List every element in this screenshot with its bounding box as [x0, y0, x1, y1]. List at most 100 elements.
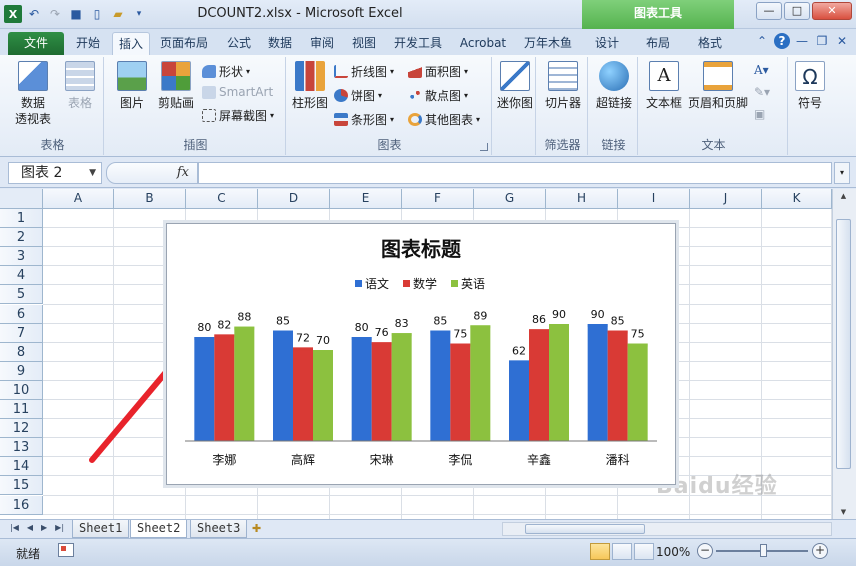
column-header[interactable]: F — [402, 189, 474, 209]
row-header[interactable]: 7 — [0, 323, 43, 343]
page-break-view-button[interactable] — [634, 543, 654, 560]
column-header[interactable]: D — [258, 189, 330, 209]
scroll-down-icon[interactable]: ▼ — [836, 505, 851, 519]
scroll-up-icon[interactable]: ▲ — [836, 189, 851, 203]
macro-record-icon[interactable] — [58, 543, 74, 557]
last-sheet-icon[interactable]: ▶| — [55, 523, 64, 532]
tab-5[interactable]: 数据 — [262, 32, 298, 55]
scatter-chart-button[interactable]: 散点图 ▾ — [408, 87, 468, 104]
tab-0[interactable]: 文件 — [8, 32, 64, 55]
row-header[interactable]: 11 — [0, 400, 43, 420]
zoom-level[interactable]: 100% — [656, 545, 690, 559]
select-all-corner[interactable] — [0, 189, 43, 209]
sheet-tab-3[interactable]: Sheet3 — [190, 520, 248, 538]
prev-sheet-icon[interactable]: ◀ — [27, 523, 33, 532]
clip-art-button[interactable]: 剪贴画 — [154, 61, 198, 111]
first-sheet-icon[interactable]: |◀ — [10, 523, 19, 532]
row-header[interactable]: 3 — [0, 247, 43, 267]
collapse-ribbon-icon[interactable]: ⌃ — [754, 33, 770, 49]
bar-chart-button[interactable]: 条形图 ▾ — [334, 111, 394, 128]
picture-button[interactable]: 图片 — [112, 61, 152, 111]
column-header[interactable]: G — [474, 189, 546, 209]
tab-11[interactable]: 设计 — [588, 32, 626, 55]
formula-input[interactable] — [198, 162, 832, 184]
help-icon[interactable]: ? — [774, 33, 790, 49]
row-header[interactable]: 2 — [0, 228, 43, 248]
minimize-button[interactable]: — — [756, 2, 782, 20]
column-header[interactable]: I — [618, 189, 690, 209]
tab-2[interactable]: 插入 — [112, 32, 150, 55]
tab-4[interactable]: 公式 — [222, 32, 256, 55]
expand-formula-bar-icon[interactable]: ▾ — [834, 162, 850, 184]
sheet-tab-1[interactable]: Sheet1 — [72, 520, 130, 538]
chart-object[interactable]: 图表标题 语文 数学 英语 80 82 88 李娜 85 72 70 高辉 80 76 83 宋琳 85 75 89… — [166, 223, 676, 485]
other-charts-button[interactable]: 其他图表 ▾ — [408, 111, 480, 128]
window-close-icon[interactable]: ✕ — [834, 33, 850, 49]
area-chart-button[interactable]: 面积图 ▾ — [408, 63, 468, 80]
name-box[interactable]: 图表 2 ▼ — [8, 162, 102, 184]
signature-line-icon[interactable]: ✎▾ — [754, 85, 770, 99]
pivot-table-button[interactable]: 数据 透视表 — [8, 61, 58, 127]
row-header[interactable]: 16 — [0, 495, 43, 515]
tab-6[interactable]: 审阅 — [304, 32, 340, 55]
row-header[interactable]: 13 — [0, 438, 43, 458]
column-chart-button[interactable]: 柱形图 — [290, 61, 330, 111]
tab-8[interactable]: 开发工具 — [388, 32, 448, 55]
sparkline-button[interactable]: 迷你图 — [494, 61, 536, 111]
symbol-button[interactable]: Ω 符号 — [790, 61, 830, 111]
column-header[interactable]: J — [690, 189, 762, 209]
column-header[interactable]: A — [43, 189, 114, 209]
row-header[interactable]: 6 — [0, 304, 43, 324]
window-restore-icon[interactable]: ❐ — [814, 33, 830, 49]
row-header[interactable]: 10 — [0, 380, 43, 400]
zoom-slider-handle[interactable] — [760, 544, 767, 557]
line-chart-button[interactable]: 折线图 ▾ — [334, 63, 394, 80]
row-header[interactable]: 1 — [0, 209, 43, 229]
horizontal-scrollbar[interactable] — [502, 522, 832, 536]
slicer-button[interactable]: 切片器 — [540, 61, 586, 111]
tab-7[interactable]: 视图 — [346, 32, 382, 55]
column-header[interactable]: H — [546, 189, 618, 209]
column-header[interactable]: B — [114, 189, 186, 209]
tab-1[interactable]: 开始 — [68, 32, 108, 55]
vertical-scroll-thumb[interactable] — [836, 219, 851, 469]
column-header[interactable]: C — [186, 189, 258, 209]
vertical-scrollbar[interactable]: ▲ ▼ — [832, 189, 856, 519]
tab-13[interactable]: 格式 — [690, 32, 730, 55]
window-minimize-icon[interactable]: — — [794, 33, 810, 49]
tab-10[interactable]: 万年木鱼 — [518, 32, 578, 55]
tab-9[interactable]: Acrobat — [454, 32, 512, 55]
screenshot-button[interactable]: 屏幕截图 ▾ — [202, 107, 274, 124]
insert-function-button[interactable]: fx — [177, 165, 189, 180]
smartart-button[interactable]: SmartArt — [202, 85, 273, 99]
zoom-in-button[interactable]: + — [812, 543, 828, 559]
tab-12[interactable]: 布局 — [638, 32, 678, 55]
textbox-button[interactable]: A 文本框 — [642, 61, 686, 111]
close-button[interactable]: ✕ — [812, 2, 852, 20]
column-header[interactable]: E — [330, 189, 402, 209]
insert-sheet-icon[interactable]: ✚ — [252, 522, 270, 536]
row-header[interactable]: 15 — [0, 476, 43, 496]
row-header[interactable]: 12 — [0, 419, 43, 439]
row-header[interactable]: 9 — [0, 361, 43, 381]
normal-view-button[interactable] — [590, 543, 610, 560]
maximize-button[interactable]: □ — [784, 2, 810, 20]
hyperlink-button[interactable]: 超链接 — [592, 61, 636, 111]
header-footer-button[interactable]: 页眉和页脚 — [686, 61, 750, 111]
zoom-out-button[interactable]: − — [697, 543, 713, 559]
wordart-icon[interactable]: A▾ — [754, 63, 769, 77]
table-button[interactable]: 表格 — [60, 61, 100, 111]
shapes-button[interactable]: 形状 ▾ — [202, 63, 250, 80]
horizontal-scroll-thumb[interactable] — [525, 524, 645, 534]
pie-chart-button[interactable]: 饼图 ▾ — [334, 87, 382, 104]
row-header[interactable]: 14 — [0, 457, 43, 477]
sheet-tab-2[interactable]: Sheet2 — [130, 520, 188, 538]
column-header[interactable]: K — [762, 189, 832, 209]
row-header[interactable]: 4 — [0, 266, 43, 286]
tab-3[interactable]: 页面布局 — [154, 32, 214, 55]
next-sheet-icon[interactable]: ▶ — [41, 523, 47, 532]
page-layout-view-button[interactable] — [612, 543, 632, 560]
row-header[interactable]: 5 — [0, 285, 43, 305]
row-header[interactable]: 8 — [0, 342, 43, 362]
name-box-dropdown-icon[interactable]: ▼ — [89, 163, 96, 183]
